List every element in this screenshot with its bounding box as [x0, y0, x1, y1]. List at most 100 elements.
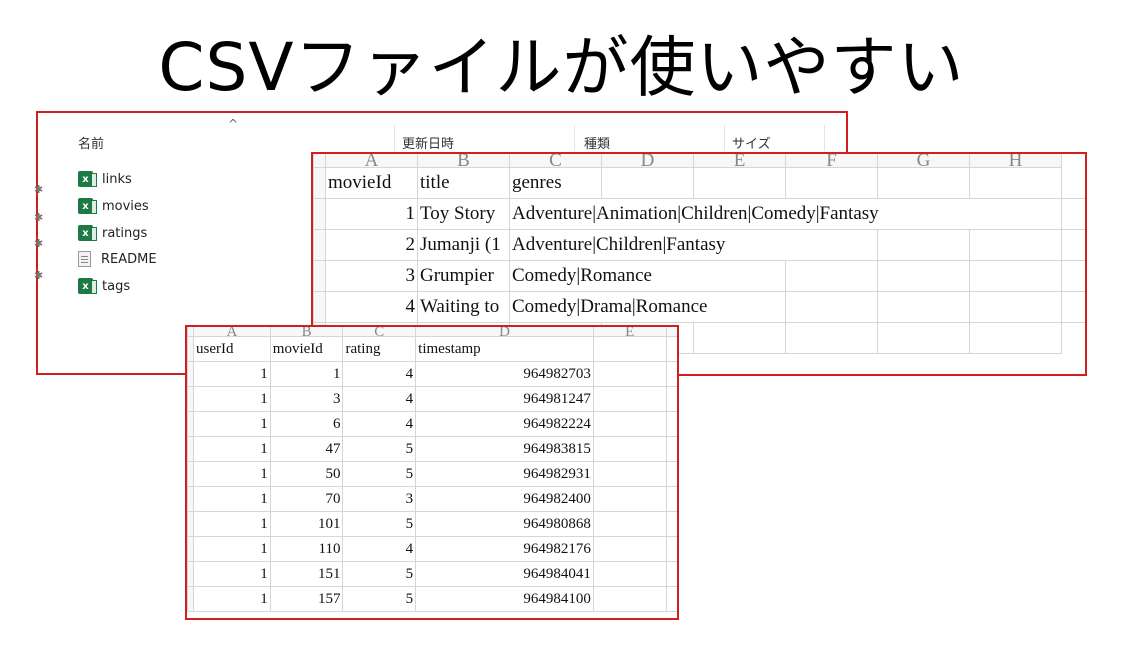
header-cell[interactable]: movieId [325, 167, 418, 199]
cell-timestamp[interactable]: 964984100 [415, 586, 594, 612]
cell[interactable] [592, 536, 667, 562]
cell[interactable] [969, 167, 1062, 199]
header-cell[interactable]: movieId [269, 336, 344, 362]
column-letter[interactable]: G [877, 154, 970, 168]
cell[interactable] [601, 167, 694, 199]
column-letter[interactable]: E [693, 154, 786, 168]
cell-title[interactable]: Jumanji (1 [417, 229, 510, 261]
cell[interactable] [592, 561, 667, 587]
column-letter[interactable]: C [509, 154, 602, 168]
cell[interactable] [969, 291, 1062, 323]
cell-movieid[interactable]: 3 [269, 386, 344, 412]
cell-movieid[interactable]: 2 [325, 229, 418, 261]
cell-timestamp[interactable]: 964981247 [415, 386, 594, 412]
column-letter[interactable]: A [325, 154, 418, 168]
cell[interactable] [592, 436, 667, 462]
pin-icon[interactable]: ✱ [34, 211, 43, 224]
cell-rating[interactable]: 5 [342, 461, 417, 487]
cell[interactable] [785, 322, 878, 354]
cell[interactable] [665, 511, 677, 537]
cell[interactable] [877, 229, 970, 261]
cell[interactable] [665, 436, 677, 462]
cell-timestamp[interactable]: 964982224 [415, 411, 594, 437]
cell[interactable] [592, 411, 667, 437]
cell-userid[interactable]: 1 [193, 486, 271, 512]
cell[interactable] [665, 461, 677, 487]
pin-icon[interactable]: ✱ [34, 237, 43, 250]
cell-genres[interactable]: Comedy|Romance [509, 260, 786, 292]
header-cell[interactable]: userId [193, 336, 271, 362]
cell[interactable] [1061, 198, 1085, 230]
cell[interactable] [665, 361, 677, 387]
cell-movieid[interactable]: 1 [269, 361, 344, 387]
cell[interactable] [592, 486, 667, 512]
cell-movieid[interactable]: 157 [269, 586, 344, 612]
header-cell[interactable]: genres [509, 167, 602, 199]
cell[interactable] [665, 411, 677, 437]
cell-movieid[interactable]: 70 [269, 486, 344, 512]
cell-genres[interactable]: Comedy|Drama|Romance [509, 291, 786, 323]
cell-timestamp[interactable]: 964983815 [415, 436, 594, 462]
cell[interactable] [969, 260, 1062, 292]
file-item-links[interactable]: x links [78, 169, 132, 189]
file-item-ratings[interactable]: x ratings [78, 223, 147, 243]
cell-userid[interactable]: 1 [193, 386, 271, 412]
cell-timestamp[interactable]: 964984041 [415, 561, 594, 587]
column-letter[interactable]: C [342, 327, 417, 337]
cell[interactable] [665, 586, 677, 612]
cell-rating[interactable]: 4 [342, 361, 417, 387]
column-size[interactable]: サイズ [732, 133, 771, 152]
cell-rating[interactable]: 5 [342, 561, 417, 587]
column-divider[interactable] [394, 125, 395, 151]
cell-userid[interactable]: 1 [193, 436, 271, 462]
cell-userid[interactable]: 1 [193, 511, 271, 537]
column-letter[interactable]: E [592, 327, 667, 337]
file-item-tags[interactable]: x tags [78, 276, 130, 296]
cell[interactable] [665, 386, 677, 412]
column-divider[interactable] [724, 125, 725, 151]
file-item-readme[interactable]: README [78, 249, 157, 269]
cell-movieid[interactable]: 50 [269, 461, 344, 487]
cell-rating[interactable]: 3 [342, 486, 417, 512]
cell-userid[interactable]: 1 [193, 411, 271, 437]
header-cell[interactable]: title [417, 167, 510, 199]
cell[interactable] [592, 361, 667, 387]
cell-movieid[interactable]: 47 [269, 436, 344, 462]
cell[interactable] [785, 260, 878, 292]
sort-indicator-icon[interactable]: ^ [228, 117, 238, 131]
column-letter[interactable]: A [193, 327, 271, 337]
cell[interactable] [969, 229, 1062, 261]
cell-timestamp[interactable]: 964982176 [415, 536, 594, 562]
cell[interactable] [592, 511, 667, 537]
cell[interactable] [969, 322, 1062, 354]
cell[interactable] [877, 167, 970, 199]
cell-movieid[interactable]: 101 [269, 511, 344, 537]
cell-timestamp[interactable]: 964980868 [415, 511, 594, 537]
cell-userid[interactable]: 1 [193, 561, 271, 587]
cell-movieid[interactable]: 1 [325, 198, 418, 230]
cell[interactable] [665, 336, 677, 362]
column-divider[interactable] [824, 125, 825, 151]
cell-rating[interactable]: 4 [342, 411, 417, 437]
cell-timestamp[interactable]: 964982400 [415, 486, 594, 512]
header-cell[interactable]: rating [342, 336, 417, 362]
column-divider[interactable] [574, 125, 575, 151]
cell-timestamp[interactable]: 964982931 [415, 461, 594, 487]
cell-genres[interactable]: Adventure|Children|Fantasy [509, 229, 878, 261]
cell-userid[interactable]: 1 [193, 361, 271, 387]
cell[interactable] [877, 260, 970, 292]
column-modified-date[interactable]: 更新日時 [402, 133, 454, 152]
cell-title[interactable]: Toy Story [417, 198, 510, 230]
cell-userid[interactable]: 1 [193, 536, 271, 562]
cell-title[interactable]: Grumpier [417, 260, 510, 292]
column-letter[interactable]: B [269, 327, 344, 337]
cell-timestamp[interactable]: 964982703 [415, 361, 594, 387]
cell-movieid[interactable]: 110 [269, 536, 344, 562]
cell[interactable] [785, 167, 878, 199]
cell-userid[interactable]: 1 [193, 461, 271, 487]
cell[interactable] [1061, 291, 1085, 323]
column-letter[interactable]: H [969, 154, 1062, 168]
column-letter[interactable]: D [415, 327, 594, 337]
cell[interactable] [693, 322, 786, 354]
cell[interactable] [693, 167, 786, 199]
